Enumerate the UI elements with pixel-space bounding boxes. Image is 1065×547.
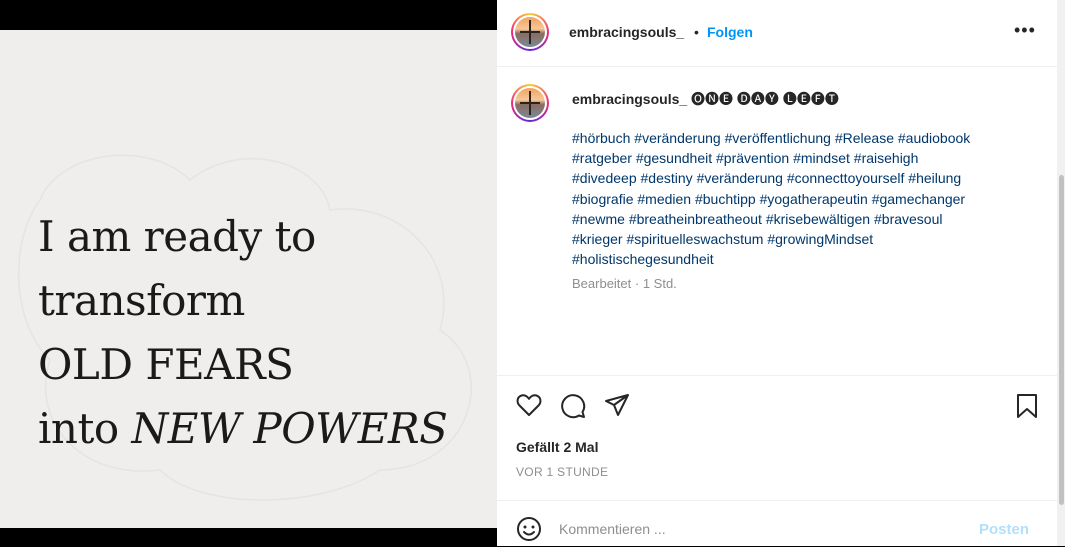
header-username[interactable]: embracingsouls_ <box>569 24 684 40</box>
likes-count[interactable]: Gefällt 2 Mal <box>516 439 598 455</box>
hashtag-link[interactable]: #spirituelleswachstum <box>626 231 763 247</box>
hashtag-link[interactable]: #veröffentlichung <box>725 130 831 146</box>
separator-dot: • <box>694 24 699 40</box>
hashtag-link[interactable]: #buchtipp <box>695 191 756 207</box>
more-options-icon[interactable]: ••• <box>1014 20 1036 41</box>
hashtag-link[interactable]: #growingMindset <box>767 231 873 247</box>
hashtag-link[interactable]: #destiny <box>641 170 693 186</box>
hashtag-link[interactable]: #heilung <box>908 170 961 186</box>
hashtag-link[interactable]: #gesundheit <box>636 150 712 166</box>
share-icon[interactable] <box>604 393 630 422</box>
hashtag-link[interactable]: #audiobook <box>898 130 970 146</box>
caption-meta: Bearbeitet · 1 Std. <box>572 276 677 291</box>
hashtag-link[interactable]: #holistischegesundheit <box>572 251 714 267</box>
post-header: embracingsouls_ • Folgen ••• <box>497 0 1057 67</box>
bookmark-icon[interactable] <box>1016 393 1038 424</box>
quote-line-4-plain: into <box>38 404 132 453</box>
hashtag-link[interactable]: #raisehigh <box>854 150 919 166</box>
emoji-icon[interactable] <box>516 516 542 547</box>
hashtag-link[interactable]: #veränderung <box>634 130 720 146</box>
hashtag-link[interactable]: #prävention <box>716 150 789 166</box>
scrollbar-thumb[interactable] <box>1059 175 1064 505</box>
quote-line-4: into NEW POWERS <box>38 397 448 461</box>
caption-header: embracingsouls_ 🅞🅝🅔 🅓🅐🅨 🅛🅔🅕🅣 <box>572 89 839 109</box>
avatar-image <box>515 88 545 118</box>
hashtag-link[interactable]: #yogatherapeutin <box>760 191 868 207</box>
hashtag-link[interactable]: #mindset <box>793 150 850 166</box>
hashtag-link[interactable]: #Release <box>835 130 894 146</box>
quote-line-2: transform <box>38 276 245 325</box>
follow-button[interactable]: Folgen <box>707 24 753 40</box>
hashtag-link[interactable]: #veränderung <box>697 170 783 186</box>
hashtag-link[interactable]: #krieger <box>572 231 623 247</box>
quote-line-4-italic: NEW POWERS <box>131 404 448 453</box>
hashtag-link[interactable]: #ratgeber <box>572 150 632 166</box>
quote-line-3: OLD FEARS <box>38 340 294 389</box>
caption-hashtags: #hörbuch #veränderung #veröffentlichung … <box>572 128 1042 269</box>
post-image-quote: I am ready to transform OLD FEARS into N… <box>38 205 448 461</box>
divider <box>497 500 1057 501</box>
heart-icon[interactable] <box>516 393 542 422</box>
quote-line-1: I am ready to <box>38 212 316 261</box>
avatar-image <box>515 17 545 47</box>
hashtag-link[interactable]: #gamechanger <box>872 191 965 207</box>
hashtag-link[interactable]: #divedeep <box>572 170 637 186</box>
comment-input[interactable] <box>559 521 939 537</box>
image-pane: I am ready to transform OLD FEARS into N… <box>0 0 497 546</box>
hashtag-link[interactable]: #krisebewältigen <box>766 211 870 227</box>
comment-icon[interactable] <box>560 393 586 424</box>
caption-avatar[interactable] <box>511 84 549 122</box>
hashtag-link[interactable]: #breatheinbreatheout <box>629 211 762 227</box>
post-comment-button[interactable]: Posten <box>979 521 1029 538</box>
caption-text: 🅞🅝🅔 🅓🅐🅨 🅛🅔🅕🅣 <box>691 91 839 107</box>
post-details-panel: embracingsouls_ • Folgen ••• embracingso… <box>497 0 1057 546</box>
avatar[interactable] <box>511 13 549 51</box>
hashtag-link[interactable]: #connecttoyourself <box>787 170 905 186</box>
hashtag-link[interactable]: #newme <box>572 211 625 227</box>
hashtag-link[interactable]: #biografie <box>572 191 634 207</box>
hashtag-link[interactable]: #medien <box>637 191 691 207</box>
caption-username[interactable]: embracingsouls_ <box>572 91 687 107</box>
divider <box>497 375 1057 376</box>
hashtag-link[interactable]: #hörbuch <box>572 130 630 146</box>
post-timestamp[interactable]: VOR 1 STUNDE <box>516 465 608 479</box>
hashtag-link[interactable]: #bravesoul <box>874 211 943 227</box>
